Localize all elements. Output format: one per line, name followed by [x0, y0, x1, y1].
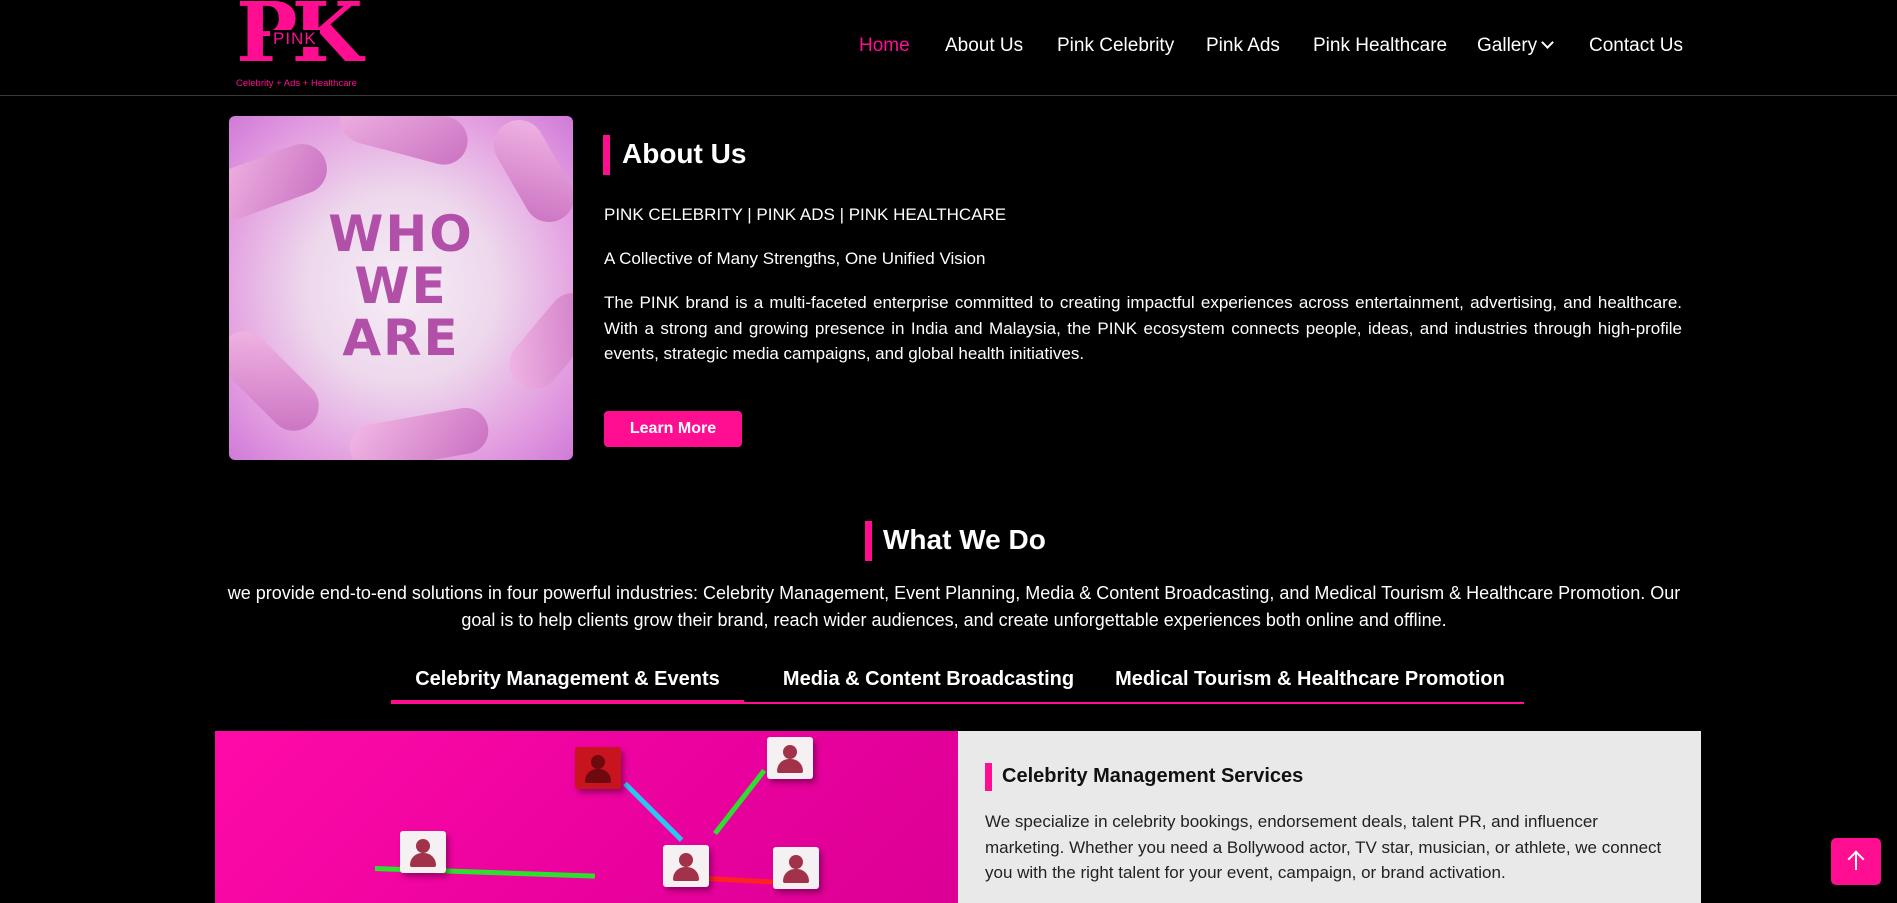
- about-paragraph: The PINK brand is a multi-faceted enterp…: [604, 293, 1682, 363]
- service-card: Celebrity Management Services We special…: [958, 731, 1701, 903]
- nav-contact-us[interactable]: Contact Us: [1589, 34, 1683, 58]
- who-word: WHO: [328, 205, 474, 263]
- person-node: [400, 831, 446, 873]
- nav-pink-celebrity[interactable]: Pink Celebrity: [1057, 34, 1174, 58]
- services-tabs: Celebrity Management & Events Media & Co…: [391, 664, 1524, 704]
- network-line: [713, 768, 767, 836]
- logo-tagline: Celebrity + Ads + Healthcare: [236, 78, 357, 89]
- nav-pink-healthcare[interactable]: Pink Healthcare: [1313, 34, 1447, 58]
- title-accent-bar: [865, 521, 872, 561]
- what-we-do-title: What We Do: [883, 524, 1046, 555]
- brand-logo[interactable]: PK PINK Celebrity + Ads + Healthcare: [236, 0, 363, 92]
- about-tagline: A Collective of Many Strengths, One Unif…: [604, 249, 986, 268]
- what-we-do-text: we provide end-to-end solutions in four …: [227, 583, 1681, 630]
- nav-home[interactable]: Home: [859, 34, 910, 58]
- nav-pink-ads[interactable]: Pink Ads: [1206, 34, 1280, 58]
- hand-shape: [346, 404, 492, 460]
- title-accent-bar: [985, 763, 992, 791]
- service-description: We specialize in celebrity bookings, end…: [985, 812, 1662, 882]
- tab-celebrity-management[interactable]: Celebrity Management & Events: [391, 664, 744, 704]
- who-we-are-text: WHO WE ARE: [229, 208, 573, 364]
- learn-more-button[interactable]: Learn More: [604, 411, 742, 447]
- chevron-down-icon: [1541, 36, 1555, 49]
- who-we-are-image: WHO WE ARE: [229, 116, 573, 460]
- nav-gallery-label: Gallery: [1477, 35, 1538, 56]
- about-brands-line: PINK CELEBRITY | PINK ADS | PINK HEALTHC…: [604, 205, 1007, 224]
- nav-about-us[interactable]: About Us: [945, 34, 1023, 58]
- network-line: [623, 781, 684, 842]
- arrow-shaft: [1855, 852, 1857, 870]
- network-image: [215, 731, 958, 903]
- hand-shape: [335, 116, 473, 171]
- are-word: ARE: [342, 309, 460, 367]
- site-header: PK PINK Celebrity + Ads + Healthcare Hom…: [0, 0, 1897, 96]
- person-node: [575, 747, 621, 789]
- nav-gallery[interactable]: Gallery: [1477, 34, 1555, 58]
- logo-word: PINK: [270, 30, 320, 47]
- person-node: [773, 847, 819, 889]
- about-title: About Us: [622, 138, 747, 169]
- person-node: [663, 845, 709, 887]
- service-title: Celebrity Management Services: [1002, 765, 1304, 787]
- tab-medical-tourism[interactable]: Medical Tourism & Healthcare Promotion: [1096, 664, 1524, 704]
- person-node: [767, 737, 813, 779]
- scroll-to-top-button[interactable]: [1831, 838, 1881, 885]
- we-word: WE: [354, 257, 448, 315]
- title-accent-bar: [603, 135, 610, 175]
- tab-media-broadcasting[interactable]: Media & Content Broadcasting: [761, 664, 1096, 704]
